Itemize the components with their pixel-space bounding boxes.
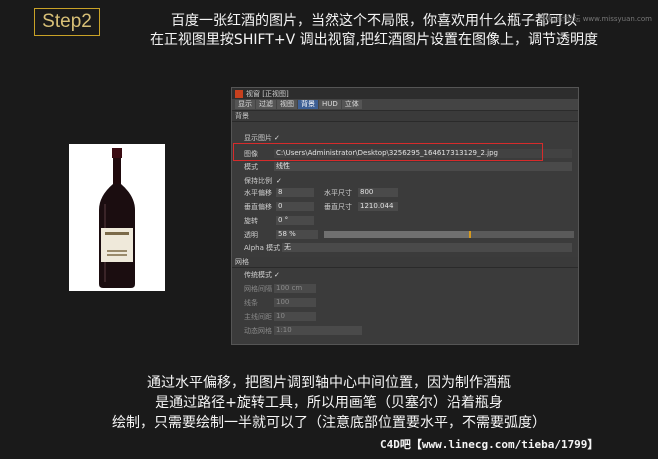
tab-display[interactable]: 显示: [235, 100, 255, 109]
h-size-label: 水平尺寸: [324, 189, 352, 197]
grid-spacing-field[interactable]: 100 cm: [274, 284, 316, 293]
panel-tabs: 显示 过滤 视图 背景 HUD 立体: [232, 99, 578, 111]
v-offset-row: 垂直偏移 0 垂直尺寸 1210.044: [232, 202, 578, 212]
rotate-label: 旋转: [244, 217, 258, 225]
section-background[interactable]: 背景: [232, 111, 578, 122]
show-image-row: 显示图片 ✓: [232, 133, 578, 143]
h-offset-field[interactable]: 8: [276, 188, 314, 197]
mode-select[interactable]: 线性: [274, 162, 572, 171]
opacity-row: 透明 58 %: [232, 230, 578, 240]
keep-ratio-label: 保持比例: [244, 177, 272, 185]
mode-row: 模式 线性: [232, 162, 578, 172]
main-lines-field[interactable]: 10: [274, 312, 316, 321]
opacity-slider-fill: [324, 231, 469, 238]
viewport-settings-panel: 视窗 [正视图] 显示 过滤 视图 背景 HUD 立体 背景 显示图片 ✓ 图像…: [231, 87, 579, 345]
h-size-field[interactable]: 800: [358, 188, 398, 197]
show-image-label: 显示图片: [244, 134, 272, 142]
grid-mode-row: 传统模式 ✓: [232, 270, 578, 280]
section-grid[interactable]: 网格: [232, 257, 578, 268]
tab-background[interactable]: 背景: [298, 100, 318, 109]
tab-hud[interactable]: HUD: [319, 100, 341, 109]
rotate-row: 旋转 0 °: [232, 216, 578, 226]
tab-filter[interactable]: 过滤: [256, 100, 276, 109]
alpha-row: Alpha 模式 无: [232, 243, 578, 253]
panel-title: 视窗 [正视图]: [246, 89, 289, 98]
main-lines-label: 主线间距: [244, 313, 272, 321]
alpha-label: Alpha 模式: [244, 244, 281, 252]
grid-spacing-row: 网格间隔 100 cm: [232, 284, 578, 294]
tab-stereo[interactable]: 立体: [341, 100, 362, 109]
wine-bottle-image: [69, 144, 165, 291]
v-offset-field[interactable]: 0: [276, 202, 314, 211]
opacity-slider[interactable]: [324, 231, 574, 238]
step-label: Step2: [34, 8, 100, 36]
main-lines-row: 主线间距 10: [232, 312, 578, 322]
v-size-field[interactable]: 1210.044: [358, 202, 398, 211]
lines-field[interactable]: 100: [274, 298, 316, 307]
caption-line-3: 绘制，只需要绘制一半就可以了（注意底部位置要水平，不需要弧度）: [112, 415, 546, 431]
dynamic-grid-row: 动态网格 1:10: [232, 326, 578, 336]
show-image-checkbox[interactable]: ✓: [274, 133, 280, 143]
v-offset-label: 垂直偏移: [244, 203, 272, 211]
watermark: 思缘设计论坛 www.missyuan.com: [538, 15, 652, 23]
rotate-field[interactable]: 0 °: [276, 216, 314, 225]
header-line-2: 在正视图里按SHIFT+V 调出视窗,把红酒图片设置在图像上，调节透明度: [149, 32, 599, 48]
wine-bottle-illustration: [99, 148, 135, 288]
image-path-highlight: [233, 143, 543, 161]
v-size-label: 垂直尺寸: [324, 203, 352, 211]
dynamic-grid-select[interactable]: 1:10: [274, 326, 362, 335]
h-offset-row: 水平偏移 8 水平尺寸 800: [232, 188, 578, 198]
opacity-label: 透明: [244, 231, 258, 239]
credit-text: C4D吧【www.linecg.com/tieba/1799】: [380, 438, 599, 451]
caption-line-1: 通过水平偏移，把图片调到轴中心中间位置，因为制作酒瓶: [147, 375, 511, 391]
caption-line-2: 是通过路径+旋转工具，所以用画笔（贝塞尔）沿着瓶身: [155, 395, 503, 411]
alpha-select[interactable]: 无: [282, 243, 572, 252]
app-icon: [235, 89, 243, 98]
keep-ratio-row: 保持比例 ✓: [232, 176, 578, 186]
dynamic-grid-label: 动态网格: [244, 327, 272, 335]
tab-view[interactable]: 视图: [277, 100, 297, 109]
grid-spacing-label: 网格间隔: [244, 285, 272, 293]
keep-ratio-checkbox[interactable]: ✓: [276, 176, 282, 186]
opacity-field[interactable]: 58 %: [276, 230, 318, 239]
grid-mode-checkbox[interactable]: ✓: [274, 270, 280, 280]
panel-titlebar: 视窗 [正视图]: [232, 88, 578, 99]
mode-label: 模式: [244, 163, 258, 171]
opacity-slider-handle[interactable]: [469, 231, 471, 238]
lines-row: 线条 100: [232, 298, 578, 308]
grid-mode-label: 传统模式: [244, 271, 272, 279]
h-offset-label: 水平偏移: [244, 189, 272, 197]
lines-label: 线条: [244, 299, 258, 307]
